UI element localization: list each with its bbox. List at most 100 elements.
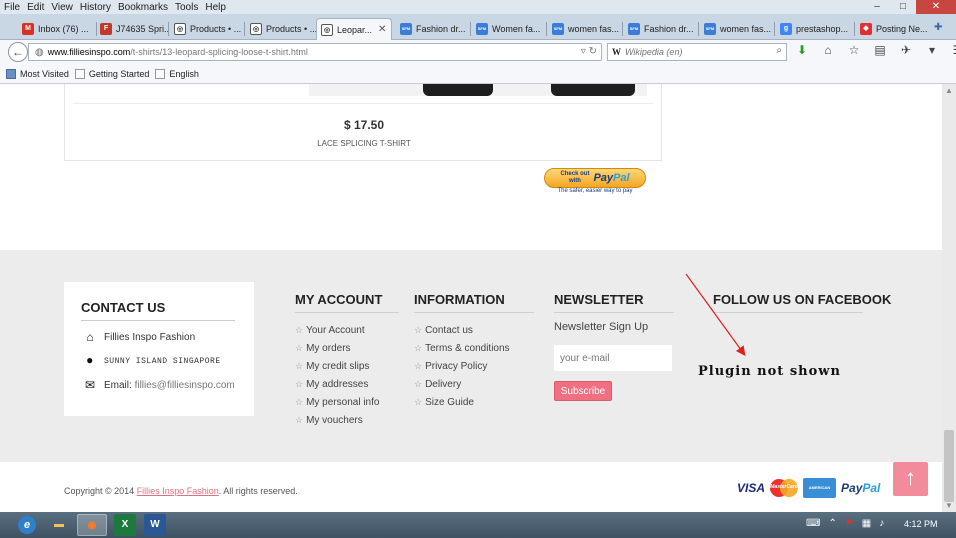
search-input[interactable] <box>625 47 755 57</box>
download-icon[interactable]: ⬇ <box>792 43 812 57</box>
explorer-icon[interactable]: ▬ <box>44 514 74 536</box>
google-icon: g <box>780 23 792 35</box>
menu-help[interactable]: Help <box>205 2 226 13</box>
footer-link-addresses[interactable]: ☆ My addresses <box>295 375 382 393</box>
annotation-arrow <box>685 273 746 356</box>
f-icon: F <box>100 23 112 35</box>
tab-women-3[interactable]: SFM women fas... <box>700 18 774 40</box>
product-image[interactable] <box>309 84 647 96</box>
product-name[interactable]: LACE SPLICING T-SHIRT <box>65 139 663 148</box>
footer-link-personal-info[interactable]: ☆ My personal info <box>295 393 382 411</box>
forum-icon: ◆ <box>860 23 872 35</box>
amex-logo: AMERICAN EXPRESS <box>803 478 837 510</box>
site-icon: ◎ <box>250 23 262 35</box>
scroll-down-icon[interactable]: ▼ <box>945 501 953 510</box>
footer-link-terms[interactable]: ☆ Terms & conditions <box>414 339 510 357</box>
contact-address-row: ● SUNNY ISLAND SINGAPORE <box>82 354 221 368</box>
bookmark-star-icon[interactable]: ☆ <box>844 43 864 57</box>
footer-link-credit-slips[interactable]: ☆ My credit slips <box>295 357 382 375</box>
ie-icon[interactable]: e <box>18 516 36 534</box>
keyboard-icon[interactable]: ⌨ <box>806 518 820 529</box>
payment-cards: VISA MasterCard AMERICAN EXPRESS PayPal <box>737 478 881 510</box>
tab-women-2[interactable]: SFM women fas... <box>548 18 622 40</box>
nav-bar: ← ◍ www.filliesinspo.com/t-shirts/13-leo… <box>0 40 956 64</box>
bookmark-getting-started[interactable]: Getting Started <box>74 68 150 79</box>
subscribe-button[interactable]: Subscribe <box>554 381 612 401</box>
paypal-logo: PayPal <box>593 172 630 184</box>
scrollbar-thumb[interactable] <box>944 430 954 502</box>
tab-inbox[interactable]: M Inbox (76) ... <box>18 18 96 40</box>
store-link[interactable]: Fillies Inspo Fashion <box>137 486 219 496</box>
tab-leopard[interactable]: ◎ Leopar... ✕ <box>316 18 392 40</box>
footer-link-size-guide[interactable]: ☆ Size Guide <box>414 393 510 411</box>
footer-link-vouchers[interactable]: ☆ My vouchers <box>295 411 382 429</box>
tab-products-2[interactable]: ◎ Products • ... <box>246 18 316 40</box>
page-scrollbar[interactable]: ▲ ▼ <box>942 84 956 512</box>
map-pin-icon: ● <box>86 354 94 368</box>
footer-link-your-account[interactable]: ☆ Your Account <box>295 321 382 339</box>
clock[interactable]: 4:12 PM <box>904 519 938 529</box>
menu-file[interactable]: File <box>4 2 20 13</box>
bookmark-english[interactable]: English <box>155 68 199 79</box>
minimize-button[interactable]: – <box>864 0 890 14</box>
tab-list-icon[interactable]: ✚ <box>934 22 942 33</box>
star-icon: ☆ <box>414 360 423 371</box>
back-button[interactable]: ← <box>8 42 28 62</box>
footer-link-privacy[interactable]: ☆ Privacy Policy <box>414 357 510 375</box>
menu-history[interactable]: History <box>80 2 111 13</box>
tab-j74635[interactable]: F J74635 Spri... <box>96 18 168 40</box>
bookmark-label: Getting Started <box>88 68 150 79</box>
product-card[interactable]: $ 17.50 LACE SPLICING T-SHIRT <box>64 84 662 161</box>
home-icon[interactable]: ⌂ <box>818 43 838 57</box>
tab-women-1[interactable]: SFM Women fa... <box>472 18 546 40</box>
menu-edit[interactable]: Edit <box>27 2 44 13</box>
tab-prestashop[interactable]: g prestashop... <box>776 18 854 40</box>
bookmark-label: English <box>169 68 199 79</box>
tab-strip: M Inbox (76) ... F J74635 Spri... ◎ Prod… <box>0 14 956 40</box>
visa-logo: VISA <box>737 481 766 495</box>
tab-label: Posting Ne... <box>876 24 928 34</box>
tab-products-1[interactable]: ◎ Products • ... <box>170 18 244 40</box>
dropdown-icon[interactable]: ▾ <box>922 43 942 57</box>
newsletter-email-input[interactable] <box>554 345 672 371</box>
tab-fashion-1[interactable]: SFM Fashion dr... <box>396 18 470 40</box>
footer-link-delivery[interactable]: ☆ Delivery <box>414 375 510 393</box>
maximize-button[interactable]: □ <box>890 0 916 14</box>
firefox-icon[interactable]: ◉ <box>77 514 107 536</box>
paypal-logo: PayPal <box>841 481 881 495</box>
back-to-top-button[interactable]: ↑ <box>893 462 928 496</box>
email-link[interactable]: fillies@filliesinspo.com <box>135 380 235 391</box>
footer-link-contact-us[interactable]: ☆ Contact us <box>414 321 510 339</box>
menu-icon[interactable]: ☰ <box>948 43 956 57</box>
menu-view[interactable]: View <box>51 2 73 13</box>
word-icon[interactable]: W <box>144 514 166 536</box>
bookmark-most-visited[interactable]: Most Visited <box>6 68 69 79</box>
volume-icon[interactable]: ♪ <box>879 518 884 529</box>
star-icon: ☆ <box>414 396 423 407</box>
menu-tools[interactable]: Tools <box>175 2 198 13</box>
product-price: $ 17.50 <box>343 118 385 132</box>
url-bar[interactable]: ◍ www.filliesinspo.com/t-shirts/13-leopa… <box>28 43 602 61</box>
paypal-checkout-button[interactable]: Check out with PayPal <box>544 168 646 188</box>
scroll-up-icon[interactable]: ▲ <box>945 86 953 95</box>
contact-email-row: ✉ Email: fillies@filliesinspo.com <box>82 378 235 392</box>
bookmarks-bar: Most Visited Getting Started English <box>0 64 956 84</box>
excel-icon[interactable]: X <box>114 514 136 536</box>
network-icon[interactable]: ▦ <box>862 518 871 529</box>
footer-link-my-orders[interactable]: ☆ My orders <box>295 339 382 357</box>
menu-bookmarks[interactable]: Bookmarks <box>118 2 168 13</box>
reload-icon[interactable]: ▿ ↻ <box>581 46 597 57</box>
flag-icon[interactable]: ⚑ <box>845 518 854 529</box>
search-icon[interactable]: ⌕ <box>776 45 782 56</box>
plugin-note: Plugin not shown <box>698 364 841 379</box>
tab-posting[interactable]: ◆ Posting Ne... <box>856 18 932 40</box>
tab-fashion-2[interactable]: SFM Fashion dr... <box>624 18 698 40</box>
close-window-button[interactable]: ✕ <box>916 0 956 14</box>
chevron-up-icon[interactable]: ⌃ <box>828 518 836 529</box>
addon-icon[interactable]: ✈ <box>896 43 916 57</box>
search-bar[interactable]: W ⌕ <box>607 43 787 61</box>
star-icon: ☆ <box>295 342 304 353</box>
bookmarks-menu-icon[interactable]: ▤ <box>870 43 890 57</box>
close-tab-icon[interactable]: ✕ <box>378 24 386 35</box>
tab-label: Leopar... <box>337 24 373 35</box>
